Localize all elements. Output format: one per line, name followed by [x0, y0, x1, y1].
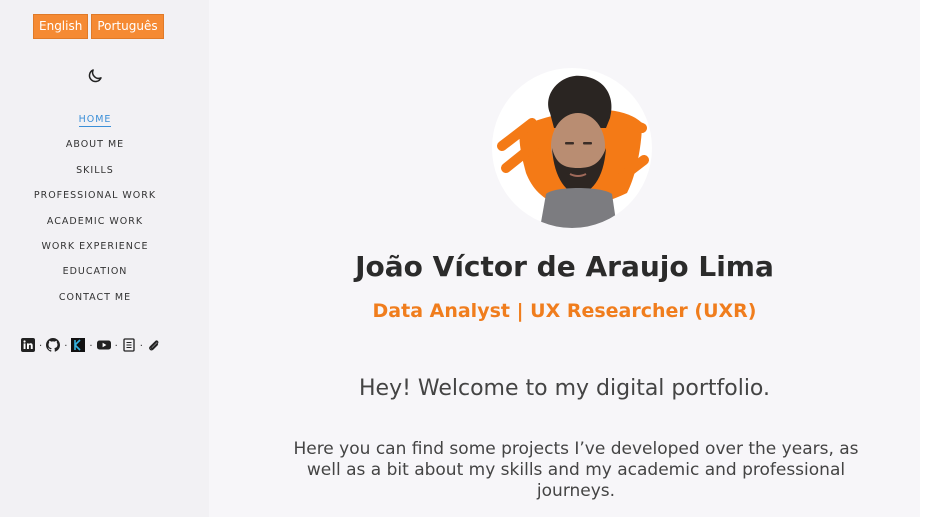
- theme-toggle-button[interactable]: [86, 67, 104, 85]
- resume-document-icon[interactable]: [122, 337, 136, 352]
- nav-item-label: HOME: [78, 114, 112, 127]
- separator-dot: .: [64, 338, 68, 349]
- intro-paragraph: Here you can find some projects I’ve dev…: [293, 439, 859, 501]
- sidebar: English Português HOME ABOUT ME SKILLS P…: [0, 0, 209, 517]
- portuguese-language-button[interactable]: Português: [91, 14, 164, 39]
- nav-item-skills[interactable]: SKILLS: [0, 163, 190, 188]
- nav-item-home[interactable]: HOME: [0, 112, 190, 137]
- nav-item-education[interactable]: EDUCATION: [0, 264, 190, 289]
- nav-item-label: EDUCATION: [62, 266, 128, 278]
- github-icon[interactable]: [46, 337, 61, 352]
- separator-dot: .: [89, 338, 93, 349]
- nav-item-label: SKILLS: [76, 164, 114, 176]
- separator-dot: .: [114, 338, 118, 349]
- nav-item-label: CONTACT ME: [58, 291, 132, 303]
- nav-item-label: ACADEMIC WORK: [46, 215, 144, 227]
- nav-item-work-experience[interactable]: WORK EXPERIENCE: [0, 239, 190, 264]
- language-switcher: English Português: [33, 14, 164, 39]
- nav-item-contact-me[interactable]: CONTACT ME: [0, 290, 190, 315]
- youtube-icon[interactable]: [96, 337, 111, 351]
- separator-dot: .: [39, 338, 43, 349]
- moon-icon: [88, 69, 102, 83]
- link-icon[interactable]: [147, 337, 161, 351]
- main-nav: HOME ABOUT ME SKILLS PROFESSIONAL WORK A…: [0, 112, 190, 315]
- separator-dot: .: [139, 338, 143, 349]
- social-links: . . . . .: [21, 337, 161, 352]
- scrollbar-track[interactable]: [920, 0, 941, 517]
- welcome-heading: Hey! Welcome to my digital portfolio.: [358, 376, 771, 401]
- profile-role: Data Analyst | UX Researcher (UXR): [372, 300, 757, 322]
- profile-photo: [492, 68, 652, 228]
- nav-item-about-me[interactable]: ABOUT ME: [0, 137, 190, 162]
- english-language-button[interactable]: English: [33, 14, 89, 39]
- nav-item-label: ABOUT ME: [65, 139, 125, 151]
- nav-item-professional-work[interactable]: PROFESSIONAL WORK: [0, 188, 190, 213]
- nav-item-label: PROFESSIONAL WORK: [33, 190, 157, 202]
- kaggle-icon[interactable]: [71, 337, 86, 352]
- profile-name: João Víctor de Araujo Lima: [355, 250, 774, 283]
- linkedin-icon[interactable]: [21, 337, 35, 352]
- nav-item-label: WORK EXPERIENCE: [41, 240, 149, 252]
- nav-item-academic-work[interactable]: ACADEMIC WORK: [0, 214, 190, 239]
